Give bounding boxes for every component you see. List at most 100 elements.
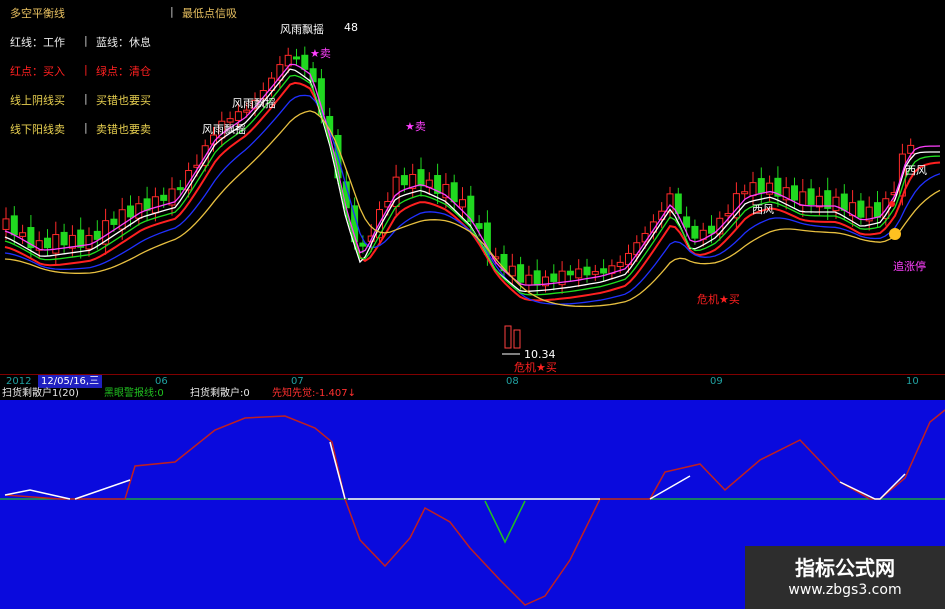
candle-body bbox=[683, 216, 691, 228]
x-tick-label: 09 bbox=[710, 376, 723, 387]
candle-body bbox=[799, 191, 807, 206]
fengyu-label: 风雨飘摇 bbox=[280, 22, 324, 36]
candle-body bbox=[60, 231, 68, 246]
legend-sell-rule-2: 卖错也要卖 bbox=[96, 123, 151, 136]
west-wind-label: 西风 bbox=[752, 203, 774, 216]
candle-group bbox=[2, 46, 915, 296]
indicator-value: 扫货剩散户:0 bbox=[190, 388, 250, 399]
legend-red-dot: 红点：买入 bbox=[10, 65, 65, 78]
candle-body bbox=[2, 218, 10, 230]
candle-body bbox=[234, 111, 242, 121]
x-tick-label: 10 bbox=[906, 376, 919, 387]
crisis-buy-label: 危机★买 bbox=[697, 292, 740, 306]
candle-body bbox=[459, 199, 466, 208]
candle-body bbox=[400, 175, 408, 186]
candle-body bbox=[77, 229, 85, 248]
legend-red-line: 红线：工作 bbox=[10, 36, 65, 49]
main-chart-svg: 风雨飘摇风雨飘摇风雨飘摇48★卖★卖10.34危机★买危机★买西风西风追涨停 bbox=[2, 21, 941, 374]
candle-body bbox=[791, 185, 798, 201]
fengyu-label: 风雨飘摇 bbox=[202, 122, 246, 136]
candle-body bbox=[807, 188, 815, 205]
high-price-label: 48 bbox=[344, 21, 358, 34]
candle-body bbox=[85, 235, 93, 250]
candle-body bbox=[10, 215, 18, 236]
candle-body bbox=[243, 109, 251, 113]
candle-body bbox=[857, 200, 865, 218]
candle-body bbox=[143, 198, 151, 211]
candle-body bbox=[600, 268, 608, 274]
candle-body bbox=[641, 232, 649, 243]
sell-star-label: ★卖 bbox=[310, 47, 331, 60]
legend-green-dot: 绿点：清仓 bbox=[96, 65, 151, 78]
candle-body bbox=[52, 234, 60, 254]
legend-separator: | bbox=[84, 121, 88, 134]
candle-body bbox=[741, 191, 749, 195]
candle-body bbox=[151, 196, 159, 214]
candle-body bbox=[616, 261, 624, 268]
candle-body bbox=[708, 225, 715, 234]
candle-body bbox=[127, 205, 134, 218]
candle-body bbox=[550, 273, 558, 282]
candle-body bbox=[832, 196, 840, 212]
candle-body bbox=[475, 223, 483, 229]
candle-body bbox=[591, 271, 599, 275]
legend-buy-rule: 线上阴线买 bbox=[10, 94, 65, 107]
candle-body bbox=[840, 193, 848, 211]
crisis-buy-label: 危机★买 bbox=[514, 360, 557, 374]
candle-body bbox=[226, 118, 234, 123]
candle-body bbox=[874, 202, 881, 218]
indicator-white-line bbox=[74, 479, 131, 500]
legend-separator: | bbox=[84, 63, 88, 76]
x-tick-label: 07 bbox=[291, 376, 304, 387]
legend-separator: | bbox=[170, 5, 174, 18]
legend-separator: | bbox=[84, 92, 88, 105]
watermark-title: 指标公式网 bbox=[795, 556, 895, 580]
candle-body bbox=[633, 242, 641, 256]
low-candle bbox=[513, 329, 521, 349]
indicator-white-line bbox=[329, 441, 346, 500]
indicator-header: 扫货剩散户1(20) 黑眼警报线:0 扫货剩散户:0 先知先觉:-1.407↓ bbox=[0, 388, 945, 400]
candle-body bbox=[93, 230, 101, 240]
candle-body bbox=[176, 187, 184, 191]
candle-body bbox=[19, 232, 27, 237]
sell-star-label: ★卖 bbox=[405, 120, 426, 133]
indicator-alert-line: 黑眼警报线:0 bbox=[104, 388, 164, 399]
chase-limit-label: 追涨停 bbox=[893, 259, 926, 273]
watermark-url: www.zbgs3.com bbox=[788, 582, 902, 598]
legend-title-right: 最低点信吸 bbox=[182, 7, 237, 20]
candle-body bbox=[110, 218, 118, 225]
candle-body bbox=[749, 182, 757, 197]
candle-body bbox=[517, 264, 525, 283]
candle-body bbox=[160, 194, 168, 201]
alert-dip-line bbox=[484, 500, 526, 544]
legend-buy-rule-2: 买错也要买 bbox=[96, 94, 151, 107]
candlestick-chart-panel[interactable]: 风雨飘摇 风雨飘摇 风雨飘摇 48 ★卖 ★卖 10.34 危机★买 危机★买 西风 西风 追涨停 多… bbox=[0, 0, 945, 374]
low-price-label: 10.34 bbox=[524, 348, 556, 361]
legend-blue-line: 蓝线：休息 bbox=[96, 36, 151, 49]
x-tick-label: 08 bbox=[506, 376, 519, 387]
x-tick-label: 06 bbox=[155, 376, 168, 387]
year-label: 2012 bbox=[6, 376, 32, 387]
candle-body bbox=[44, 237, 51, 249]
low-candle bbox=[504, 325, 512, 349]
legend-title: 多空平衡线 bbox=[10, 7, 65, 20]
candle-body bbox=[417, 169, 425, 187]
candle-body bbox=[293, 56, 300, 60]
candle-body bbox=[583, 266, 591, 276]
cursor-date-badge: 12/05/16,三 bbox=[38, 375, 103, 388]
west-wind-label: 西风 bbox=[905, 164, 927, 177]
legend-sell-rule: 线下阳线卖 bbox=[10, 123, 65, 136]
ma-line bbox=[4, 74, 941, 296]
red-buy-dot bbox=[889, 201, 895, 207]
candle-body bbox=[757, 178, 765, 194]
smiley-icon bbox=[889, 228, 901, 240]
indicator-prophet: 先知先觉:-1.407↓ bbox=[272, 388, 356, 399]
candle-body bbox=[525, 274, 533, 286]
candle-body bbox=[691, 225, 699, 239]
watermark-badge: 指标公式网 www.zbgs3.com bbox=[745, 546, 945, 609]
candle-body bbox=[575, 268, 583, 279]
candle-body bbox=[566, 270, 574, 276]
fengyu-label: 风雨飘摇 bbox=[232, 96, 276, 110]
candle-body bbox=[301, 54, 309, 70]
candle-body bbox=[533, 270, 541, 286]
